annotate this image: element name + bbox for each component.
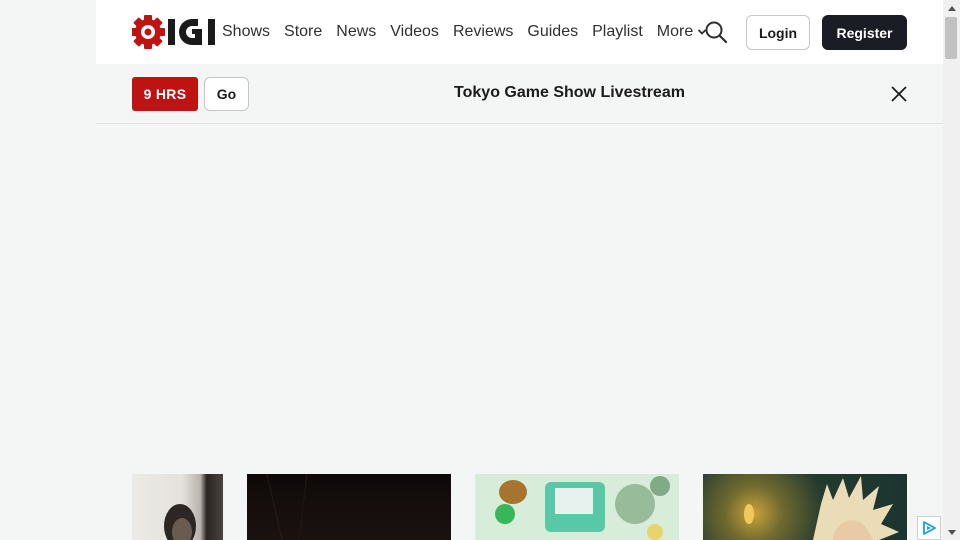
go-button[interactable]: Go — [204, 77, 249, 111]
nav-guides[interactable]: Guides — [527, 23, 578, 41]
thumbnail-4[interactable] — [703, 474, 907, 540]
live-banner: 9 HRS Go Tokyo Game Show Livestream — [96, 64, 943, 124]
nav-playlist[interactable]: Playlist — [592, 23, 643, 41]
countdown-badge: 9 HRS — [132, 77, 198, 111]
login-button[interactable]: Login — [746, 15, 810, 50]
thumbnail-2[interactable] — [247, 474, 451, 540]
close-banner-button[interactable] — [889, 84, 909, 104]
scroll-thumb[interactable] — [945, 17, 957, 59]
search-icon — [705, 21, 728, 44]
nav-videos[interactable]: Videos — [390, 23, 439, 41]
thumbnail-3[interactable] — [475, 474, 679, 540]
nav-more-label: More — [656, 23, 694, 40]
nav-more[interactable]: More — [657, 23, 707, 41]
thumbnail-3-image — [475, 474, 679, 540]
scroll-up-arrow[interactable] — [943, 0, 960, 16]
thumbnail-4-image — [744, 476, 899, 540]
nav-store[interactable]: Store — [284, 23, 322, 41]
left-gutter — [0, 0, 96, 540]
nav-reviews[interactable]: Reviews — [453, 23, 513, 41]
thumbnail-2-image — [266, 474, 308, 540]
vertical-scrollbar[interactable] — [943, 0, 960, 540]
adchoices-button[interactable] — [917, 516, 941, 540]
close-icon — [891, 86, 907, 102]
search-button[interactable] — [704, 20, 728, 44]
register-button[interactable]: Register — [822, 15, 907, 50]
arrow-up-icon — [947, 5, 956, 11]
ign-logo[interactable] — [132, 15, 216, 49]
ign-logo-icon — [132, 15, 215, 49]
site-header: Shows Store News Videos Reviews Guides P… — [96, 0, 943, 64]
main-nav: Shows Store News Videos Reviews Guides P… — [222, 0, 707, 64]
scroll-down-arrow[interactable] — [943, 524, 960, 540]
thumbnail-1-image — [164, 504, 196, 540]
nav-shows[interactable]: Shows — [222, 23, 270, 41]
page: Shows Store News Videos Reviews Guides P… — [96, 0, 943, 540]
thumbnail-1[interactable] — [132, 474, 223, 540]
nav-news[interactable]: News — [336, 23, 376, 41]
arrow-down-icon — [947, 529, 956, 535]
adchoices-icon — [923, 521, 936, 535]
